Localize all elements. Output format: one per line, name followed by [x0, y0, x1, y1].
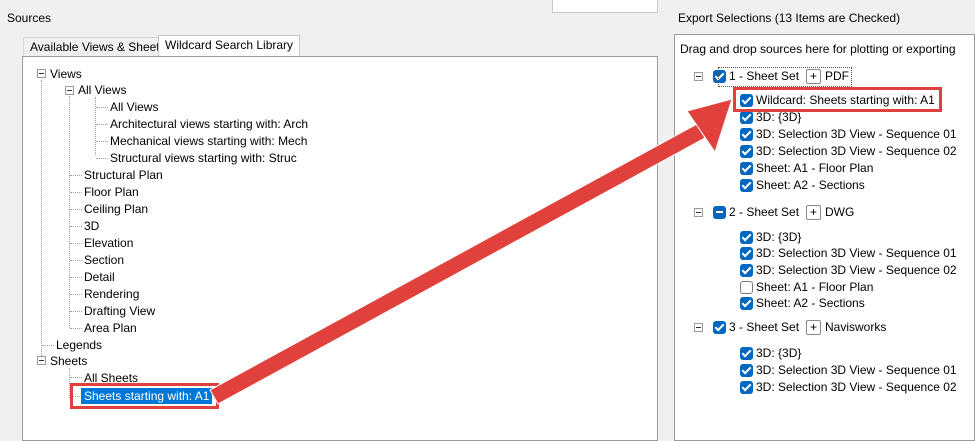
- drag-arrow-annotation: [209, 98, 733, 405]
- arrow-shaft: [209, 123, 706, 405]
